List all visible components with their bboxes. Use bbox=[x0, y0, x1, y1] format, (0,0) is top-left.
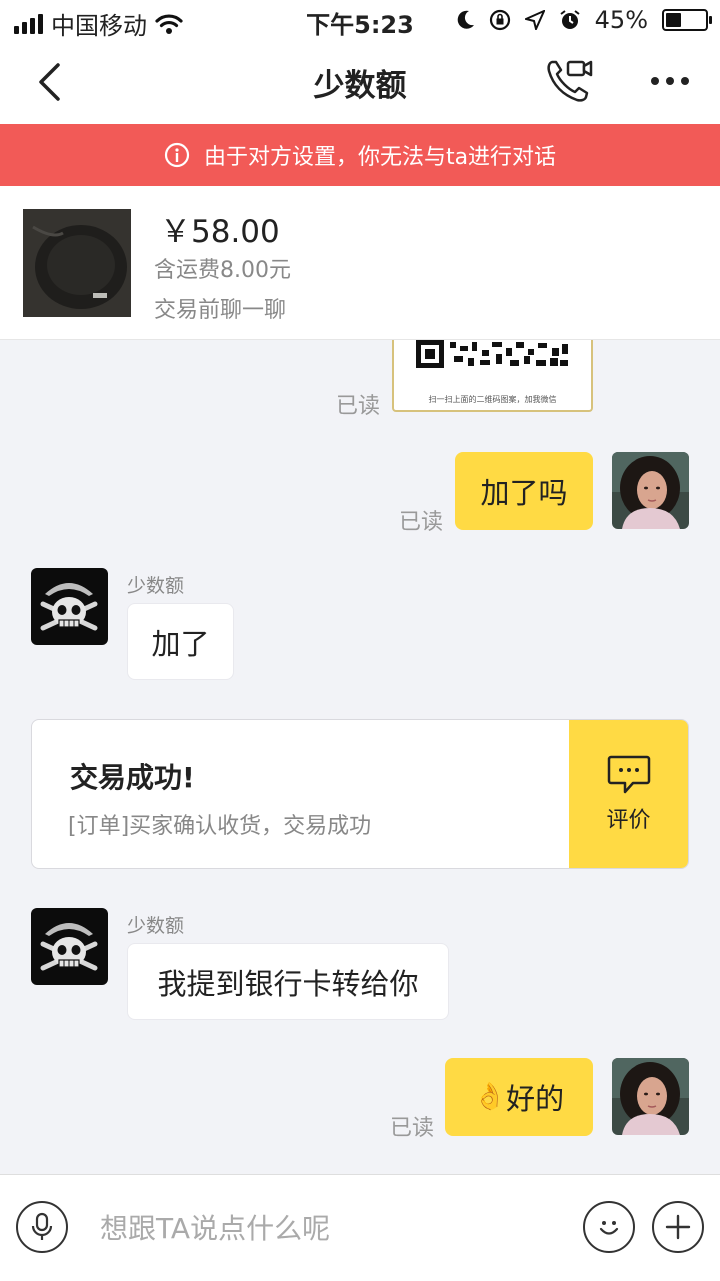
skull-icon bbox=[31, 568, 108, 645]
read-receipt: 已读 bbox=[336, 394, 381, 419]
trade-description: [订单]买家确认收货，交易成功 bbox=[68, 814, 372, 839]
battery-percent: 45% bbox=[594, 6, 648, 34]
ok-hand-icon: 👌 bbox=[473, 1082, 507, 1112]
contact-avatar[interactable] bbox=[31, 908, 108, 985]
shipping-fee: 含运费8.00元 bbox=[154, 258, 291, 283]
moon-icon bbox=[457, 10, 474, 29]
read-receipt: 已读 bbox=[390, 1116, 435, 1141]
message-text: 我提到银行卡转给你 bbox=[157, 966, 419, 1001]
emoji-icon bbox=[599, 1221, 619, 1235]
alarm-icon bbox=[560, 10, 580, 29]
input-bar: 想跟TA说点什么呢 bbox=[0, 1174, 720, 1281]
product-price: ￥58.00 bbox=[160, 214, 280, 250]
message-input[interactable]: 想跟TA说点什么呢 bbox=[100, 1207, 330, 1247]
message-text: 好的 bbox=[506, 1082, 565, 1116]
chat-icon bbox=[607, 755, 650, 794]
qr-code-image[interactable]: 扫一扫上面的二维码图案，加我微信 bbox=[392, 340, 593, 412]
sender-name: 少数额 bbox=[127, 575, 185, 597]
message-text: 加了 bbox=[151, 626, 210, 661]
product-card[interactable]: ￥58.00 含运费8.00元 交易前聊一聊 bbox=[0, 186, 720, 340]
read-receipt: 已读 bbox=[399, 510, 444, 535]
status-icons: 45% bbox=[457, 6, 712, 34]
qr-code-icon bbox=[416, 340, 568, 368]
banner-text: 由于对方设置，你无法与ta进行对话 bbox=[203, 145, 557, 170]
page-title: 少数额 bbox=[313, 68, 407, 104]
message-text: 加了吗 bbox=[480, 476, 568, 510]
sender-name: 少数额 bbox=[127, 915, 185, 937]
my-avatar[interactable] bbox=[612, 452, 689, 529]
qr-caption: 扫一扫上面的二维码图案，加我微信 bbox=[428, 395, 557, 404]
nav-bar: 少数额 bbox=[0, 40, 720, 124]
video-call-icon[interactable] bbox=[546, 58, 594, 104]
chat-blocked-banner: 由于对方设置，你无法与ta进行对话 bbox=[0, 124, 720, 186]
battery-icon bbox=[662, 9, 712, 31]
my-avatar[interactable] bbox=[612, 1058, 689, 1135]
more-icon[interactable] bbox=[650, 76, 690, 86]
incoming-message[interactable]: 我提到银行卡转给你 bbox=[127, 943, 449, 1020]
voice-button[interactable] bbox=[16, 1201, 68, 1253]
info-icon bbox=[164, 142, 190, 168]
skull-icon bbox=[31, 908, 108, 985]
rotation-lock-icon bbox=[489, 9, 510, 31]
microphone-icon bbox=[31, 1212, 53, 1240]
review-button[interactable]: 评价 bbox=[569, 720, 688, 868]
contact-avatar[interactable] bbox=[31, 568, 108, 645]
more-actions-button[interactable] bbox=[652, 1201, 704, 1253]
trade-title: 交易成功! bbox=[70, 761, 195, 794]
outgoing-message[interactable]: 👌 好的 bbox=[445, 1058, 593, 1136]
status-bar: 中国移动 下午5:23 45% bbox=[0, 0, 720, 40]
review-label: 评价 bbox=[606, 808, 651, 833]
emoji-button[interactable] bbox=[583, 1201, 635, 1253]
trade-success-card[interactable]: 交易成功! [订单]买家确认收货，交易成功 评价 bbox=[31, 719, 689, 869]
location-icon bbox=[524, 10, 545, 30]
incoming-message[interactable]: 加了 bbox=[127, 603, 234, 680]
outgoing-message[interactable]: 加了吗 bbox=[455, 452, 593, 530]
product-cta: 交易前聊一聊 bbox=[154, 298, 287, 323]
plus-icon bbox=[665, 1214, 691, 1240]
product-thumbnail[interactable] bbox=[23, 209, 131, 317]
